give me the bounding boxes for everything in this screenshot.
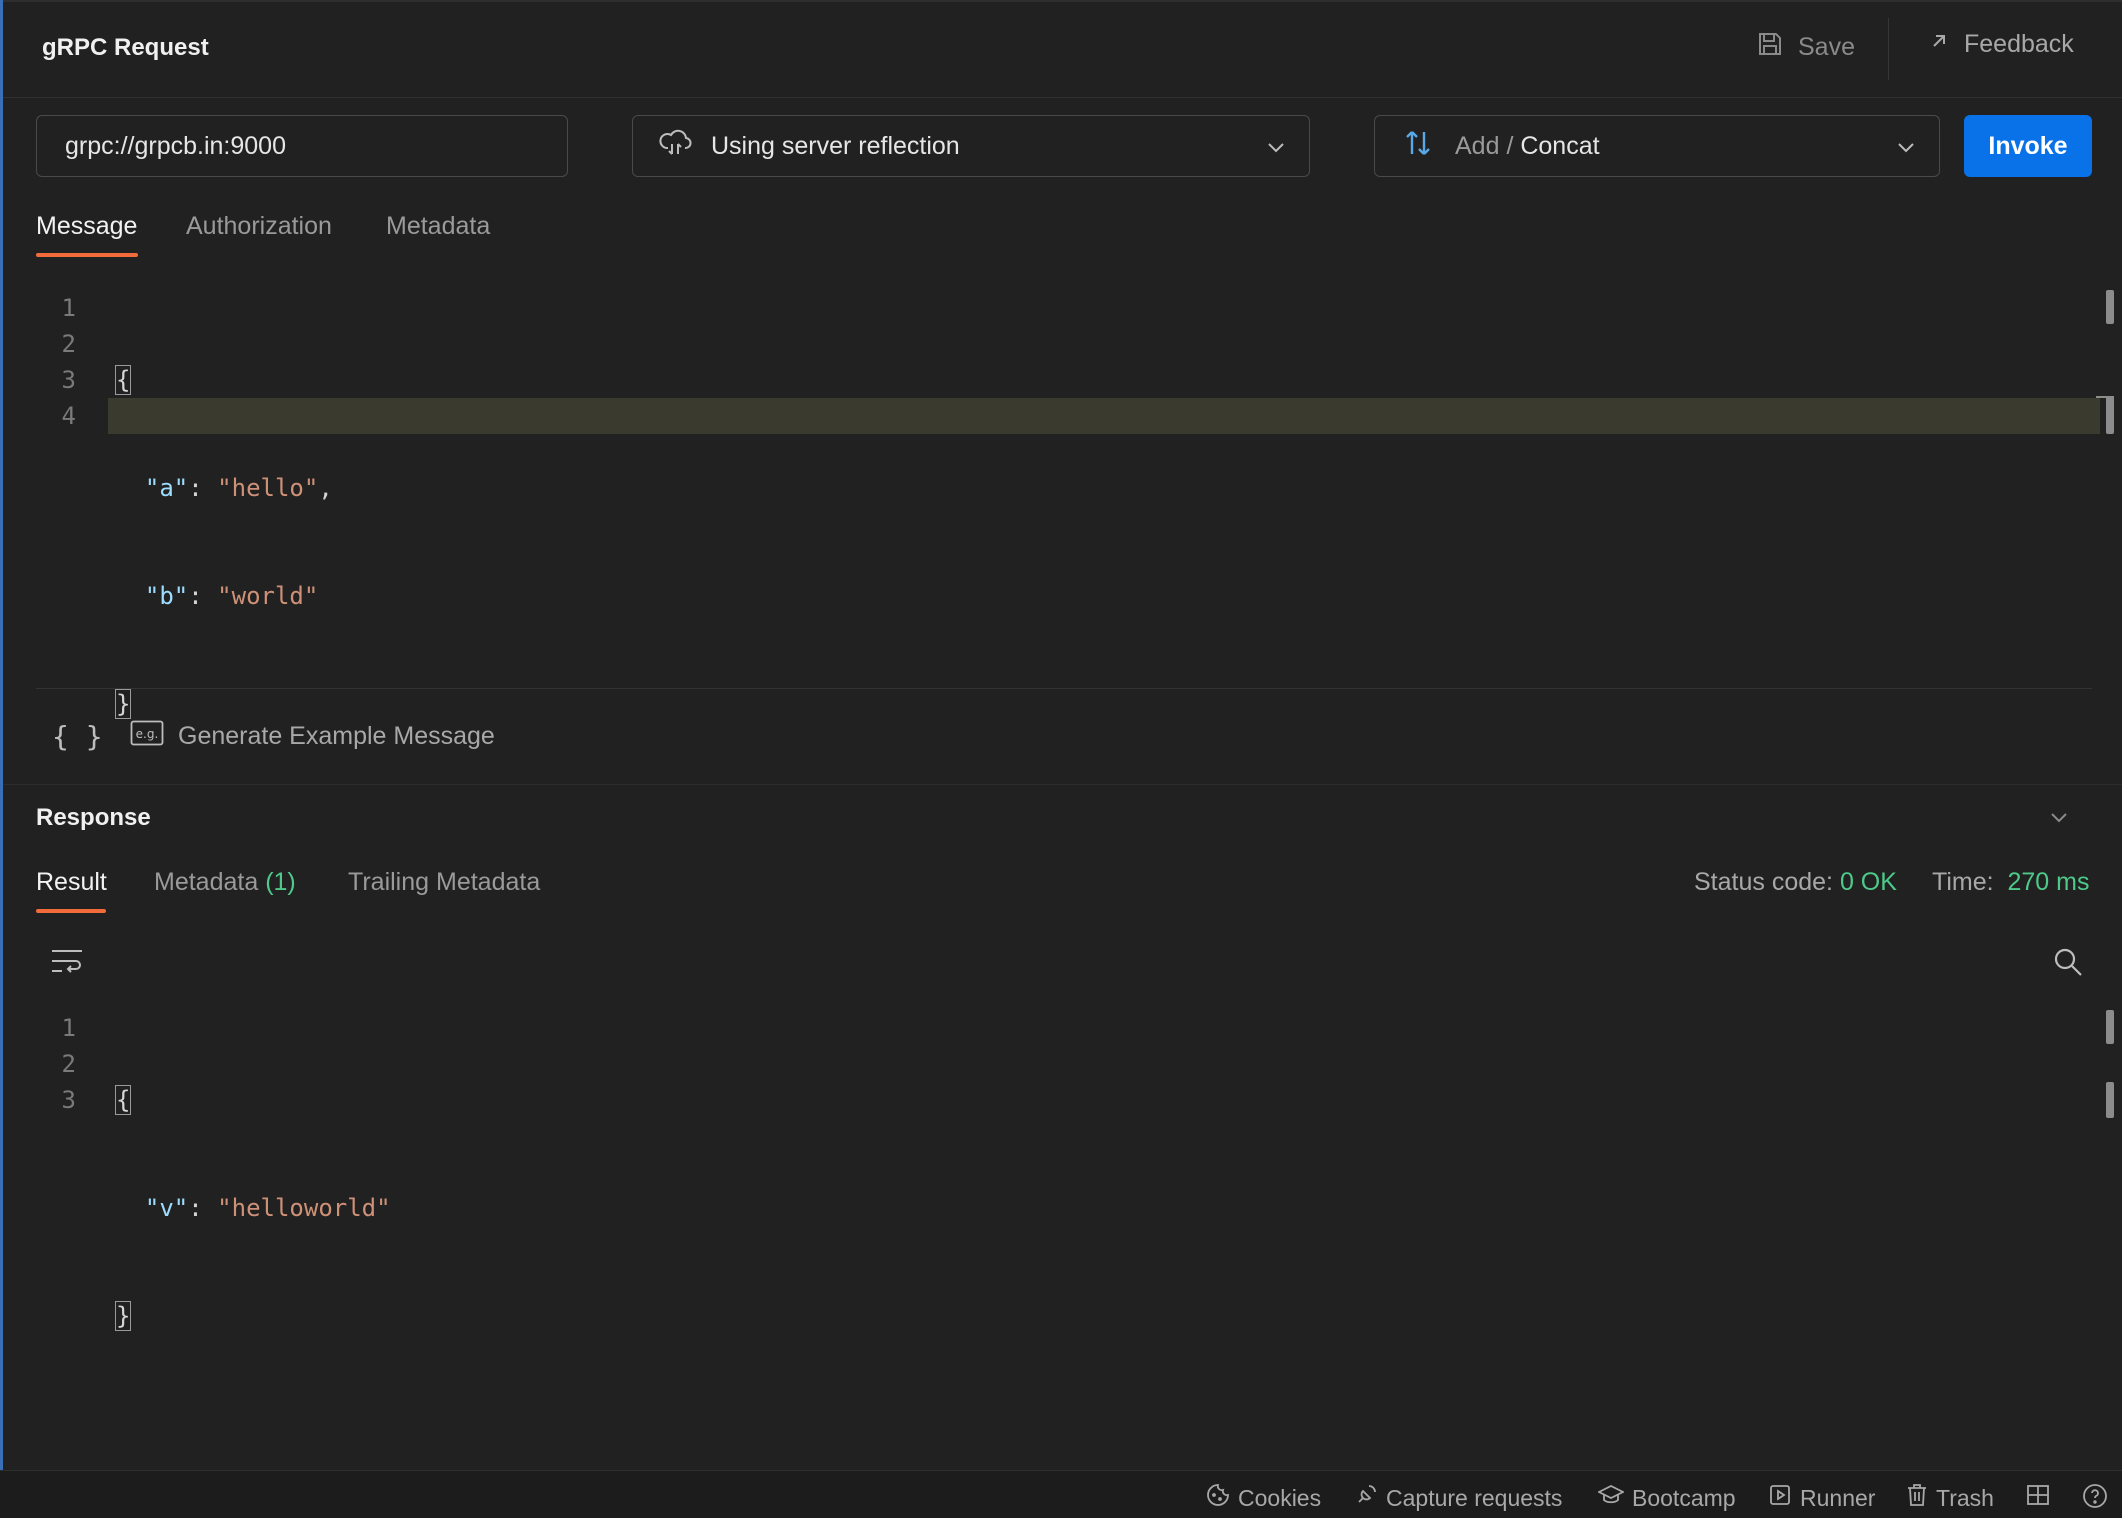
trash-button[interactable]: Trash	[1906, 1483, 1994, 1513]
json-key: "v"	[144, 1194, 189, 1222]
json-string: "world"	[217, 582, 319, 610]
json-key: "b"	[144, 582, 189, 610]
reflection-dropdown[interactable]: Using server reflection	[632, 115, 1310, 177]
bootcamp-button[interactable]: Bootcamp	[1596, 1483, 1736, 1513]
help-icon	[2082, 1483, 2108, 1515]
method-separator: /	[1506, 131, 1514, 160]
cookies-label: Cookies	[1238, 1484, 1322, 1511]
save-button[interactable]: Save	[1756, 30, 1855, 65]
time-value: 270 ms	[2007, 868, 2090, 896]
tab-trailing-metadata[interactable]: Trailing Metadata	[348, 868, 540, 897]
json-key: "a"	[144, 474, 189, 502]
response-scroll-marker	[2106, 1082, 2114, 1118]
tab-active-indicator	[36, 909, 106, 913]
tab-metadata[interactable]: Metadata	[386, 212, 490, 241]
help-button[interactable]	[2082, 1483, 2108, 1515]
cookie-icon	[1206, 1483, 1230, 1513]
json-colon: :	[188, 582, 203, 610]
response-time: Time: 270 ms	[1932, 868, 2089, 897]
line-number: 4	[61, 402, 76, 430]
response-title: Response	[36, 804, 151, 831]
method-dropdown[interactable]: Add / Concat	[1374, 115, 1940, 177]
status-label: Status code:	[1694, 868, 1833, 896]
json-comma: ,	[318, 474, 333, 502]
invoke-button[interactable]: Invoke	[1964, 115, 2092, 177]
tab-active-indicator	[36, 253, 138, 257]
json-string: "helloworld"	[217, 1194, 391, 1222]
status-code: Status code: 0 OK	[1694, 868, 1897, 897]
json-colon: :	[188, 474, 203, 502]
arrows-up-down-icon	[1403, 128, 1433, 165]
runner-label: Runner	[1800, 1484, 1876, 1511]
chevron-down-icon[interactable]	[2048, 806, 2070, 833]
json-colon: :	[188, 1194, 203, 1222]
response-divider	[3, 784, 2122, 785]
editor-scroll-thumb[interactable]	[2106, 290, 2114, 324]
tab-message[interactable]: Message	[36, 212, 137, 241]
save-label: Save	[1798, 33, 1855, 61]
tab-label: Metadata	[154, 868, 259, 896]
line-number: 1	[61, 1014, 76, 1042]
arrow-up-right-icon	[1928, 30, 1950, 59]
scroll-cursor-mark	[2096, 396, 2114, 398]
chevron-down-icon	[1265, 136, 1287, 165]
top-border	[0, 0, 2122, 2]
line-number: 2	[61, 330, 76, 358]
trash-label: Trash	[1936, 1484, 1994, 1511]
message-editor[interactable]: 1 2 3 4 { "a": "hello", "b": "world" }	[36, 290, 2106, 719]
line-number: 1	[61, 294, 76, 322]
tab-response-metadata[interactable]: Metadata (1)	[154, 868, 296, 897]
close-brace: }	[114, 689, 132, 719]
svg-text:e.g.: e.g.	[136, 727, 159, 741]
method-service: Add	[1455, 131, 1500, 160]
line-number: 2	[61, 1050, 76, 1078]
line-number: 3	[61, 1086, 76, 1114]
wrap-lines-icon[interactable]	[50, 946, 84, 981]
satellite-icon	[1354, 1483, 1378, 1513]
runner-button[interactable]: Runner	[1768, 1483, 1875, 1513]
layout-icon	[2026, 1483, 2050, 1513]
close-brace: }	[114, 1301, 132, 1331]
layout-toggle-button[interactable]	[2026, 1483, 2050, 1513]
line-number: 3	[61, 366, 76, 394]
url-text: grpc://grpcb.in:9000	[65, 131, 286, 160]
generate-label: Generate Example Message	[178, 722, 495, 750]
metadata-count-badge: (1)	[265, 868, 296, 896]
status-value: 0 OK	[1839, 868, 1897, 896]
active-tab-accent	[0, 0, 3, 1470]
feedback-label: Feedback	[1964, 30, 2074, 58]
graduation-cap-icon	[1596, 1483, 1626, 1513]
example-icon: e.g.	[130, 720, 164, 753]
header-divider	[1888, 18, 1889, 80]
header-rule	[3, 97, 2122, 98]
editor-footer-divider	[36, 688, 2092, 689]
tab-result[interactable]: Result	[36, 868, 107, 897]
feedback-button[interactable]: Feedback	[1928, 30, 2074, 59]
trash-icon	[1906, 1483, 1928, 1513]
response-scroll-thumb[interactable]	[2106, 1010, 2114, 1044]
time-label: Time:	[1932, 868, 1994, 896]
beautify-icon[interactable]: { }	[52, 720, 103, 753]
reflection-label: Using server reflection	[711, 131, 960, 160]
url-input[interactable]: grpc://grpcb.in:9000	[36, 115, 568, 177]
capture-requests-button[interactable]: Capture requests	[1354, 1483, 1562, 1513]
generate-example-button[interactable]: e.g. Generate Example Message	[130, 720, 495, 753]
open-brace: {	[114, 365, 132, 395]
open-brace: {	[114, 1085, 132, 1115]
bootcamp-label: Bootcamp	[1632, 1484, 1736, 1511]
cookies-button[interactable]: Cookies	[1206, 1483, 1321, 1513]
page-title: gRPC Request	[42, 34, 209, 61]
editor-scroll-marker	[2106, 396, 2114, 434]
response-editor[interactable]: 1 2 3 { "v": "helloworld" }	[36, 1010, 2106, 1450]
save-icon	[1756, 30, 1784, 65]
cloud-sync-icon	[659, 128, 693, 165]
method-name: Concat	[1520, 131, 1600, 160]
chevron-down-icon	[1895, 136, 1917, 165]
search-icon[interactable]	[2052, 946, 2084, 983]
capture-label: Capture requests	[1386, 1484, 1563, 1511]
tab-authorization[interactable]: Authorization	[186, 212, 332, 241]
play-square-icon	[1768, 1483, 1792, 1513]
json-string: "hello"	[217, 474, 319, 502]
